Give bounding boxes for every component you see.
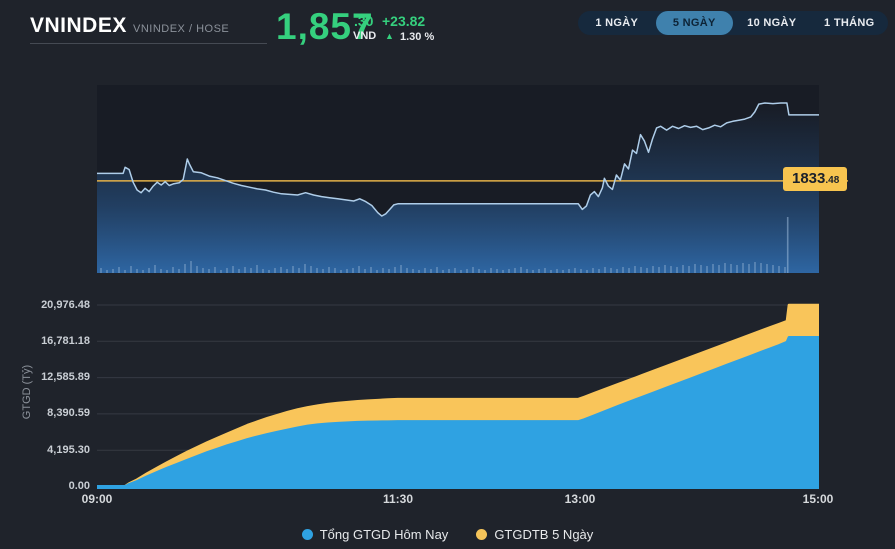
- period-button-5-ngay[interactable]: 5 NGÀY: [656, 11, 734, 35]
- period-button-1-thang[interactable]: 1 THÁNG: [811, 11, 889, 35]
- legend-item-tong-gtgd[interactable]: Tổng GTGD Hôm Nay: [302, 527, 449, 542]
- reference-price-badge: 1833 .48: [783, 167, 847, 191]
- reference-price-int: 1833: [792, 170, 825, 187]
- chart-legend: Tổng GTGD Hôm Nay GTGDTB 5 Ngày: [0, 527, 895, 542]
- legend-label: Tổng GTGD Hôm Nay: [320, 527, 449, 542]
- gtgd-ytick-5: 20,976.48: [18, 299, 90, 311]
- gtgd-axis-title: GTGD (Tỷ): [21, 347, 33, 437]
- price-change-percent: 1.30 %: [400, 31, 434, 43]
- vnindex-chart-panel: VNINDEX VNINDEX / HOSE 1,857 .30 VND +23…: [0, 0, 895, 549]
- gtgd-ytick-4: 16,781.18: [18, 335, 90, 347]
- up-triangle-icon: ▲: [385, 31, 394, 41]
- gtgd-xtick-1500: 15:00: [788, 492, 848, 506]
- legend-label: GTGDTB 5 Ngày: [494, 527, 593, 542]
- period-button-10-ngay[interactable]: 10 NGÀY: [733, 11, 811, 35]
- gtgd-xtick-0900: 09:00: [67, 492, 127, 506]
- price-change-value: +23.82: [382, 13, 425, 29]
- gtgd-chart-canvas[interactable]: [0, 0, 895, 549]
- page-title: VNINDEX: [30, 14, 127, 38]
- period-button-1-ngay[interactable]: 1 NGÀY: [578, 11, 656, 35]
- reference-price-dec: .48: [825, 175, 839, 186]
- gtgd-ytick-0: 0.00: [18, 480, 90, 492]
- header-divider: [30, 43, 267, 44]
- gtgd-xtick-1300: 13:00: [550, 492, 610, 506]
- blue-dot-icon: [302, 529, 313, 540]
- symbol-exchange-label: VNINDEX / HOSE: [133, 23, 229, 35]
- yellow-dot-icon: [476, 529, 487, 540]
- currency-label: VND: [353, 30, 376, 42]
- gtgd-ytick-1: 4,195.30: [18, 444, 90, 456]
- gtgd-xtick-1130: 11:30: [368, 492, 428, 506]
- index-price-decimals: .30: [354, 13, 373, 29]
- legend-item-gtgdtb[interactable]: GTGDTB 5 Ngày: [476, 527, 593, 542]
- period-selector: 1 NGÀY 5 NGÀY 10 NGÀY 1 THÁNG: [578, 11, 888, 35]
